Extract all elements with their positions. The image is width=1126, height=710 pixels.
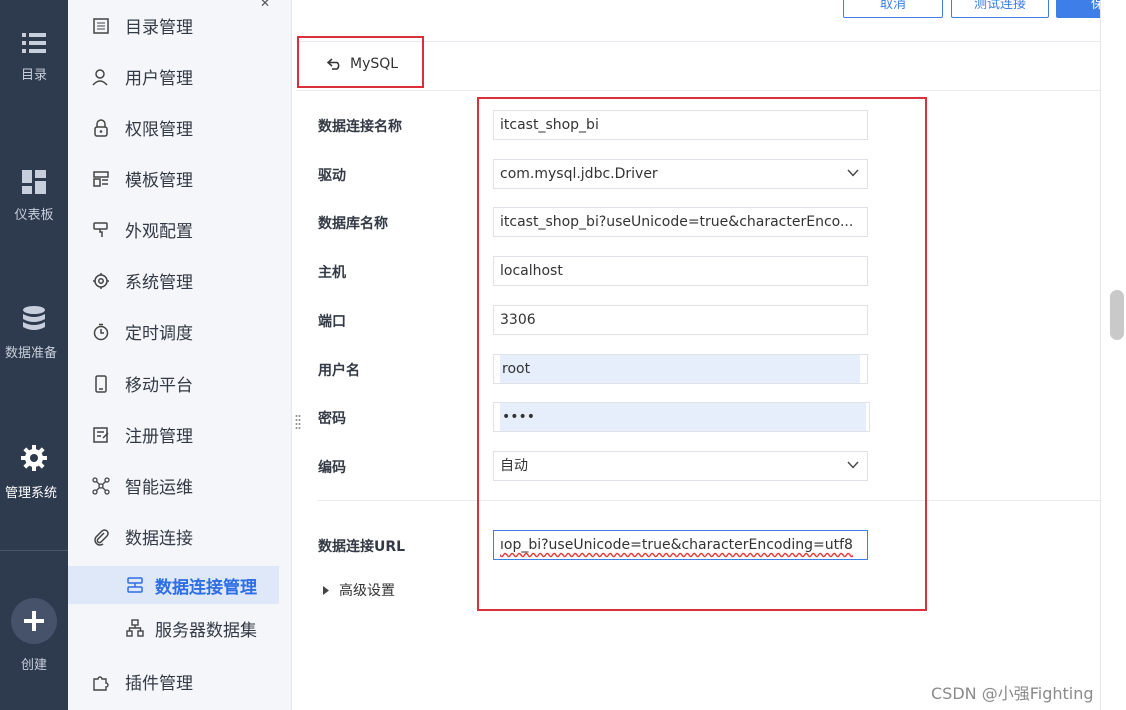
nav-item-users[interactable]: 用户管理 [68,56,292,96]
connection-icon [127,577,143,593]
driver-label: 驱动 [318,168,346,184]
url-label: 数据连接URL [318,539,406,555]
username-label: 用户名 [318,363,360,379]
brush-icon [93,222,108,237]
rail-item-dashboard[interactable]: 仪表板 [0,170,68,223]
watermark: CSDN @小强Fighting [931,684,1094,703]
lock-icon [94,119,108,137]
nav-label: 权限管理 [125,119,193,140]
nav-item-plugins[interactable]: 插件管理 [68,661,292,701]
test-connection-button[interactable]: 测试连接 [951,0,1049,18]
nav-label: 系统管理 [125,272,193,293]
nav-label: 目录管理 [125,17,193,38]
port-label: 端口 [318,314,346,330]
nav-label: 用户管理 [125,68,193,89]
timer-icon [93,323,109,341]
nav-subitem-connection-management[interactable]: 数据连接管理 [68,566,279,604]
nav-item-templates[interactable]: 模板管理 [68,158,292,198]
mobile-icon [95,375,107,393]
nav-item-data-connection[interactable]: 数据连接 [68,516,292,556]
nav-item-permissions[interactable]: 权限管理 [68,107,292,147]
nav-subitem-server-dataset[interactable]: 服务器数据集 [68,609,279,647]
rail-item-create[interactable]: 创建 [0,598,68,673]
panel-resize-handle[interactable] [295,414,301,430]
nav-label: 注册管理 [125,426,193,447]
puzzle-icon [93,676,109,691]
caret-right-icon [323,585,329,595]
plus-icon [24,611,44,631]
nav-item-catalog[interactable]: 目录管理 [68,5,292,45]
rail-item-admin[interactable]: 管理系统 [0,444,68,501]
nav-item-register[interactable]: 注册管理 [68,414,292,454]
rail-item-data-prep[interactable]: 数据准备 [0,306,68,361]
list-icon [22,33,46,53]
rail-label: 数据准备 [4,346,57,361]
database-label: 数据库名称 [318,216,388,232]
rail-label: 创建 [20,658,47,673]
rail-label: 目录 [20,68,47,83]
rail-label: 仪表板 [14,208,54,223]
nav-item-ops[interactable]: 智能运维 [68,465,292,505]
rail-label: 管理系统 [4,486,57,501]
nav-item-system[interactable]: 系统管理 [68,260,292,300]
nav-label: 模板管理 [125,170,193,191]
register-icon [93,427,109,443]
nav-label: 智能运维 [125,477,193,498]
host-label: 主机 [318,265,346,281]
scrollbar-thumb[interactable] [1110,290,1124,340]
nav-item-scheduler[interactable]: 定时调度 [68,311,292,351]
nav-item-appearance[interactable]: 外观配置 [68,209,292,249]
gear-icon [21,445,47,471]
admin-nav: ✕ 目录管理 用户管理 权限管理 模板管理 外观配置 系统管理 定时调度 移动平… [68,0,292,710]
rail-item-catalog[interactable]: 目录 [0,32,68,83]
server-dataset-icon [126,619,144,637]
back-arrow-icon [327,58,340,70]
left-rail: 目录 仪表板 数据准备 管理系统 创建 [0,0,68,710]
catalog-icon [93,18,109,34]
user-icon [92,69,108,86]
nav-label: 移动平台 [125,375,193,396]
paperclip-icon [94,529,109,546]
panel-divider [296,90,1100,91]
nav-sub-label: 数据连接管理 [155,578,257,598]
back-button[interactable]: MySQL [327,56,398,72]
nav-sub-label: 服务器数据集 [155,621,257,641]
advanced-settings-toggle[interactable]: 高级设置 [323,580,395,600]
password-label: 密码 [318,411,346,427]
template-icon [93,171,109,187]
nav-label: 插件管理 [125,673,193,694]
rail-divider [0,550,68,551]
nav-label: 外观配置 [125,221,193,242]
nav-item-mobile[interactable]: 移动平台 [68,363,292,403]
name-label: 数据连接名称 [318,119,402,135]
nav-label: 数据连接 [125,528,193,549]
cancel-button[interactable]: 取消 [843,0,943,18]
encoding-label: 编码 [318,460,346,476]
scrollbar[interactable] [1100,0,1126,710]
gear-icon [93,273,109,289]
network-icon [92,477,110,495]
dashboard-icon [22,170,46,194]
annotation-highlight-box [477,97,927,611]
connection-type-label: MySQL [350,56,399,72]
create-button[interactable] [11,598,57,644]
database-icon [23,306,45,330]
advanced-settings-label: 高级设置 [339,583,395,599]
connection-type-header: MySQL [297,36,424,88]
nav-label: 定时调度 [125,323,193,344]
